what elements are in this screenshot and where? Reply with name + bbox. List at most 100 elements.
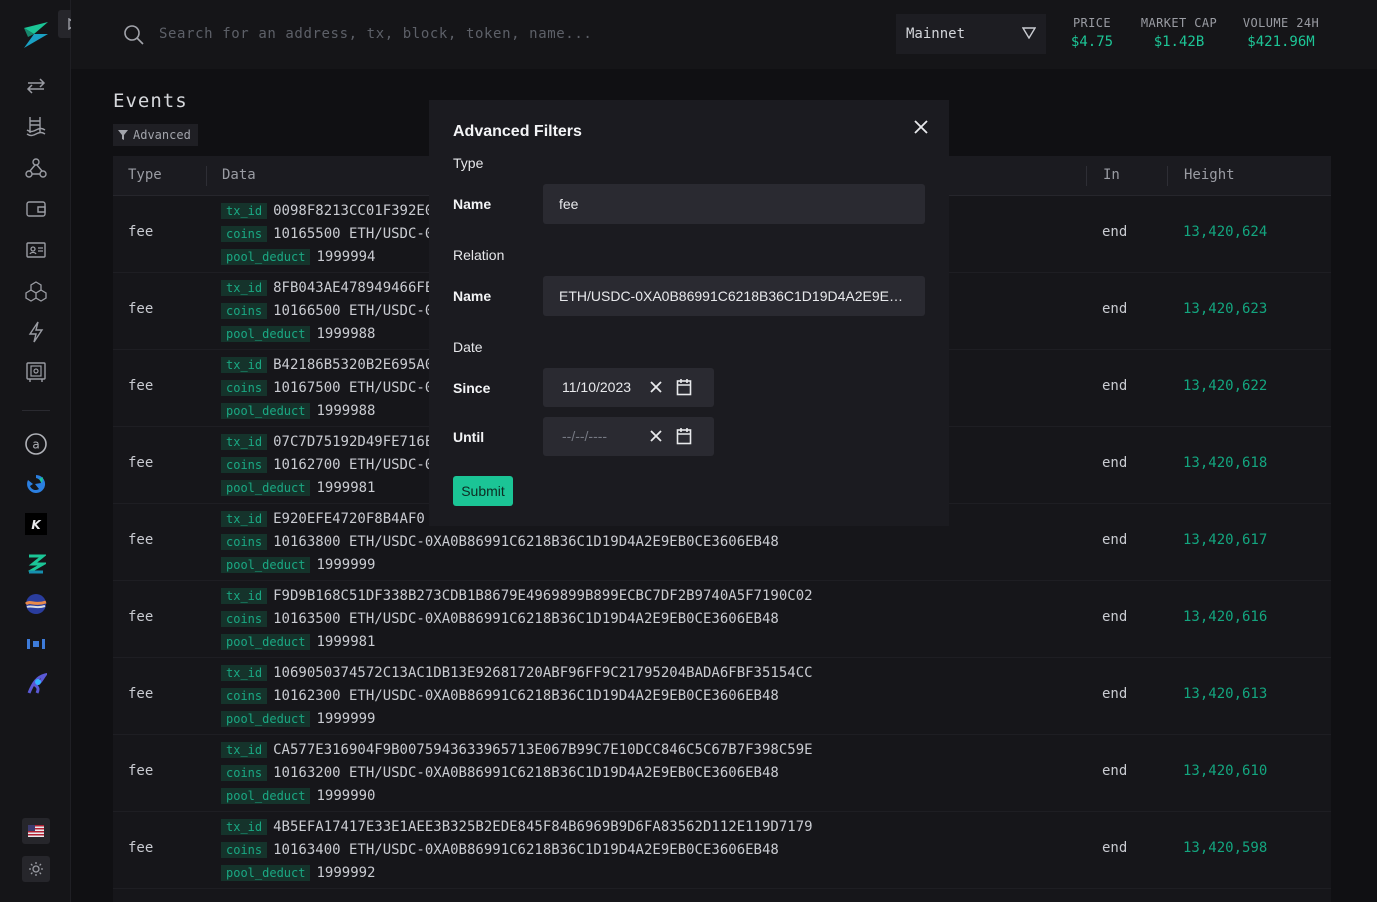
app-a-icon[interactable]: a [22,430,50,458]
tx-id-value[interactable]: B42186B5320B2E695A0 [273,357,433,373]
pool-icon[interactable] [22,112,50,140]
swap-arrows-icon[interactable] [22,72,50,100]
block-height-link[interactable]: 13,420,618 [1183,455,1267,471]
coins-entry: coins 10166500 ETH/USDC-0 [221,303,433,319]
theme-toggle-button[interactable] [22,856,50,882]
until-date-input[interactable]: --/--/---- [543,417,714,456]
coins-value: 10163500 ETH/USDC-0XA0B86991C6218B36C1D1… [273,611,779,627]
event-in: end [1102,532,1128,548]
id-card-icon[interactable] [22,236,50,264]
tx-id-value[interactable]: F9D9B168C51DF338B273CDB1B8679E4969899B89… [273,588,812,604]
submit-button[interactable]: Submit [453,476,513,506]
app-wave-icon[interactable] [22,590,50,618]
coins-tag: coins [221,842,268,858]
app-stack-icon[interactable] [22,550,50,578]
header-in[interactable]: In [1103,167,1120,183]
type-section-label: Type [453,155,484,171]
coins-entry: coins 10165500 ETH/USDC-0 [221,226,433,242]
modal-title: Advanced Filters [453,123,582,140]
event-type: fee [128,301,154,317]
block-height-link[interactable]: 13,420,623 [1183,301,1267,317]
pool-deduct-entry: pool_deduct 1999981 [221,480,376,496]
type-name-input[interactable]: fee [543,184,925,224]
calendar-icon[interactable] [676,378,692,396]
since-date-input[interactable]: 11/10/2023 [543,368,714,407]
event-in: end [1102,378,1128,394]
pool-deduct-tag: pool_deduct [221,480,311,496]
until-date-value: --/--/---- [562,428,608,444]
pool-deduct-tag: pool_deduct [221,788,311,804]
coins-tag: coins [221,457,268,473]
tx-id-value[interactable]: 0098F8213CC01F392E0 [273,203,433,219]
relation-name-input[interactable]: ETH/USDC-0XA0B86991C6218B36C1D19D4A2E9EB… [543,276,925,316]
tx-id-value[interactable]: E920EFE4720F8B4AF0 [273,511,425,527]
block-height-link[interactable]: 13,420,622 [1183,378,1267,394]
search-input[interactable] [159,20,859,48]
block-height-link[interactable]: 13,420,624 [1183,224,1267,240]
app-ribbon-icon[interactable] [22,670,50,698]
language-flag-button[interactable] [22,818,50,844]
wallet-icon[interactable] [22,195,50,223]
table-row[interactable]: fee tx_id CA577E316904F9B0075943633965713E… [113,735,1331,812]
header-type[interactable]: Type [128,167,162,183]
tx-id-value[interactable]: CA577E316904F9B0075943633965713E067B99C7… [273,742,812,758]
coins-tag: coins [221,611,268,627]
pool-deduct-entry: pool_deduct 1999992 [221,865,376,881]
tx-id-value[interactable]: 07C7D75192D49FE716E [273,434,433,450]
chevron-down-icon [1021,27,1037,43]
relation-name-label: Name [453,288,492,304]
coins-value: 10167500 ETH/USDC-0 [273,380,434,396]
coins-tag: coins [221,534,268,550]
clear-until-icon[interactable] [648,428,664,444]
coins-value: 10165500 ETH/USDC-0 [273,226,434,242]
block-height-link[interactable]: 13,420,617 [1183,532,1267,548]
header-divider [1086,166,1087,186]
table-row[interactable]: fee tx_id F9D9B168C51DF338B273CDB1B8679E49… [113,581,1331,658]
tx-id-tag: tx_id [221,357,268,373]
tx-id-tag: tx_id [221,203,268,219]
block-height-link[interactable]: 13,420,610 [1183,763,1267,779]
topbar: Mainnet PRICE $4.75 MARKET CAP $1.42B VO… [71,0,1377,69]
advanced-filter-chip[interactable]: Advanced [113,124,198,146]
advanced-filter-label: Advanced [133,128,191,142]
event-in: end [1102,455,1128,471]
tx-id-tag: tx_id [221,819,268,835]
block-height-link[interactable]: 13,420,616 [1183,609,1267,625]
cubes-icon[interactable] [22,277,50,305]
tx-id-tag: tx_id [221,665,268,681]
network-nodes-icon[interactable] [22,154,50,182]
since-label: Since [453,380,491,396]
event-in: end [1102,763,1128,779]
calendar-icon[interactable] [676,427,692,445]
tx-id-value[interactable]: 4B5EFA17417E33E1AEE3B325B2EDE845F84B6969… [273,819,812,835]
lightning-icon[interactable] [22,318,50,346]
event-in: end [1102,840,1128,856]
event-type: fee [128,763,154,779]
event-in: end [1102,224,1128,240]
vault-icon[interactable] [22,358,50,386]
header-data[interactable]: Data [222,167,256,183]
table-row[interactable]: fee tx_id 1069050374572C13AC1DB13E92681720… [113,658,1331,735]
header-height[interactable]: Height [1184,167,1235,183]
pool-deduct-entry: pool_deduct 1999994 [221,249,376,265]
table-row[interactable]: fee tx_id 4B5EFA17417E33E1AEE3B325B2EDE845… [113,812,1331,889]
network-select[interactable]: Mainnet [896,14,1046,54]
app-k-icon[interactable]: K [22,510,50,538]
app-bracket-icon[interactable] [22,630,50,658]
sidebar-divider [22,410,50,411]
event-type: fee [128,840,154,856]
block-height-link[interactable]: 13,420,598 [1183,840,1267,856]
tx-id-value[interactable]: 8FB043AE478949466FE [273,280,433,296]
pool-deduct-entry: pool_deduct 1999999 [221,557,376,573]
app-swirl-icon[interactable] [22,470,50,498]
tx-id-entry: tx_id 0098F8213CC01F392E0 [221,203,433,219]
clear-since-icon[interactable] [648,379,664,395]
tx-id-tag: tx_id [221,280,268,296]
tx-id-value[interactable]: 1069050374572C13AC1DB13E92681720ABF96FF9… [273,665,812,681]
tx-id-tag: tx_id [221,511,268,527]
app-logo-icon[interactable] [22,20,50,50]
close-icon[interactable] [911,117,931,137]
block-height-link[interactable]: 13,420,613 [1183,686,1267,702]
stat-price: PRICE $4.75 [1064,16,1120,50]
coins-value: 10162700 ETH/USDC-0 [273,457,434,473]
